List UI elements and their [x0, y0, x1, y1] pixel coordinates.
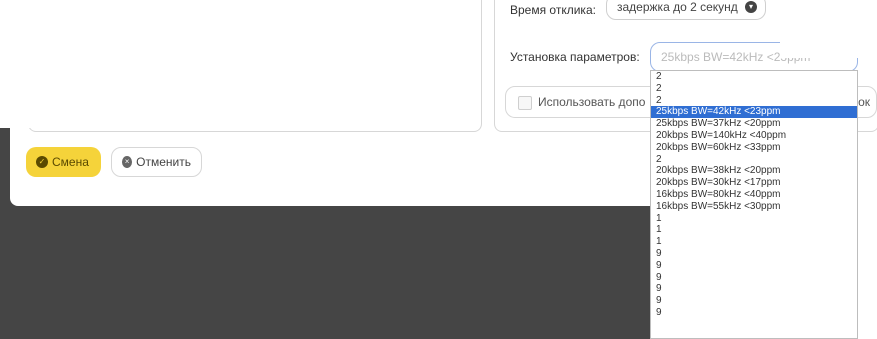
cover-block-mid-right [780, 38, 877, 58]
param-dropdown-list[interactable]: 2 2 2 25kbps BW=42kHz <23ppm 25kbps BW=37kHz… [650, 70, 858, 339]
dropdown-option[interactable]: 2 [651, 71, 857, 83]
dropdown-option[interactable]: 9 [651, 283, 857, 295]
cover-block-top-left [0, 0, 300, 128]
dropdown-option[interactable]: 2 [651, 95, 857, 107]
dropdown-option[interactable]: 2 [651, 154, 857, 166]
dropdown-option[interactable]: 25kbps BW=37kHz <20ppm [651, 118, 857, 130]
dropdown-option[interactable]: 20kbps BW=60kHz <33ppm [651, 142, 857, 154]
cancel-icon: × [122, 156, 133, 168]
change-button-label: Смена [52, 155, 89, 169]
dropdown-option[interactable]: 25kbps BW=42kHz <23ppm [651, 106, 857, 119]
response-time-label: Время отклика: [510, 3, 596, 17]
response-time-value: задержка до 2 секунд [617, 0, 738, 14]
dropdown-option[interactable]: 9 [651, 272, 857, 284]
cancel-button-label: Отменить [136, 155, 191, 169]
extra-option-checkbox[interactable] [518, 96, 532, 110]
dropdown-option[interactable]: 2 [651, 83, 857, 95]
dropdown-option[interactable]: 9 [651, 260, 857, 272]
extra-option-label: Использовать допо [538, 95, 646, 109]
param-label: Установка параметров: [510, 50, 640, 64]
response-time-select[interactable]: задержка до 2 секунд ▾ [606, 0, 766, 20]
change-button[interactable]: ✓ Смена [26, 147, 101, 177]
check-icon: ✓ [36, 156, 48, 168]
dropdown-option[interactable]: 1 [651, 236, 857, 248]
dropdown-option[interactable]: 20kbps BW=140kHz <40ppm [651, 130, 857, 142]
dropdown-option[interactable]: 20kbps BW=30kHz <17ppm [651, 177, 857, 189]
dropdown-option[interactable]: 1 [651, 224, 857, 236]
dropdown-option[interactable]: 16kbps BW=80kHz <40ppm [651, 189, 857, 201]
cover-block-top-right [767, 0, 877, 26]
dropdown-option[interactable]: 16kbps BW=55kHz <30ppm [651, 201, 857, 213]
dropdown-option[interactable]: 1 [651, 213, 857, 225]
dropdown-option[interactable]: 9 [651, 295, 857, 307]
dropdown-option[interactable]: 9 [651, 307, 857, 319]
dropdown-option[interactable]: 9 [651, 248, 857, 260]
cancel-button[interactable]: × Отменить [111, 147, 202, 177]
dropdown-option[interactable]: 20kbps BW=38kHz <20ppm [651, 165, 857, 177]
chevron-down-icon: ▾ [745, 1, 757, 13]
